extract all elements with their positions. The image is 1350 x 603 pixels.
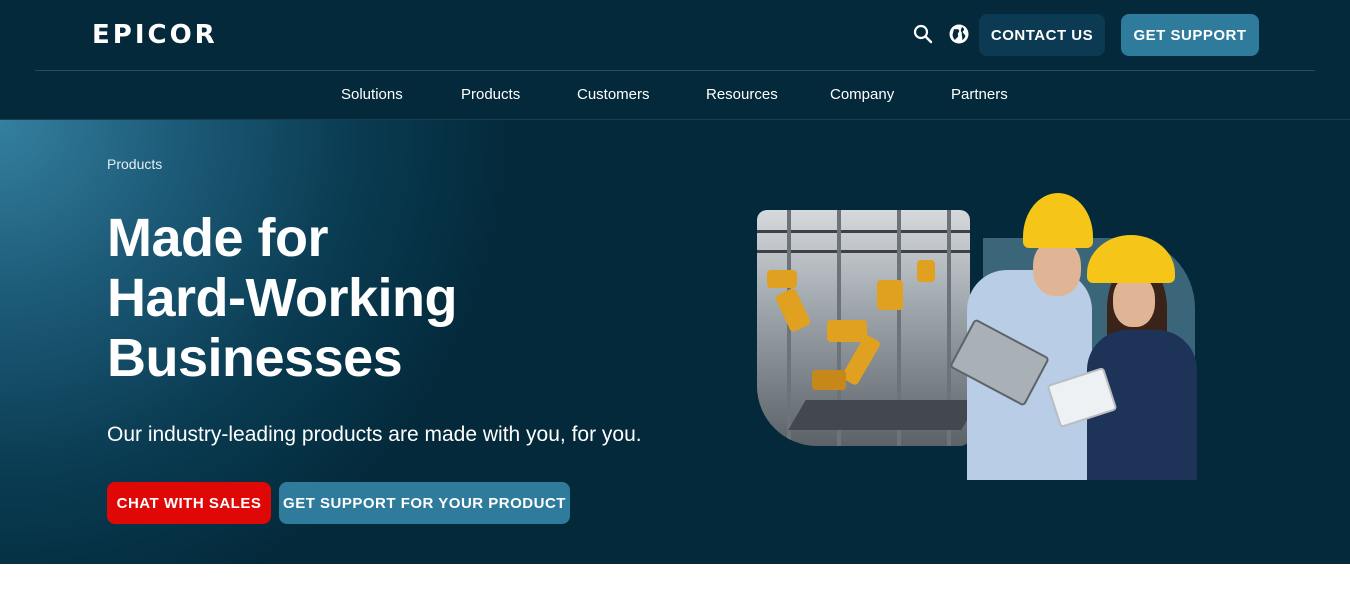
chat-with-sales-button[interactable]: CHAT WITH SALES (107, 482, 271, 524)
nav-item-customers[interactable]: Customers (577, 84, 650, 106)
nav-item-products[interactable]: Products (461, 84, 520, 106)
hero-title-line-3: Businesses (107, 328, 403, 388)
nav-item-company[interactable]: Company (830, 84, 894, 106)
search-icon[interactable] (911, 22, 935, 46)
get-support-for-product-button[interactable]: GET SUPPORT FOR YOUR PRODUCT (279, 482, 570, 524)
globe-icon[interactable] (947, 22, 971, 46)
hero-title: Made for Hard-Working Businesses (107, 208, 667, 388)
breadcrumb[interactable]: Products (107, 156, 162, 172)
main-nav: Solutions Products Customers Resources C… (0, 84, 1350, 106)
hero-section: Products Made for Hard-Working Businesse… (0, 120, 1350, 564)
nav-item-partners[interactable]: Partners (951, 84, 1008, 106)
hero-title-line-1: Made for (107, 208, 329, 268)
hero-subtitle: Our industry-leading products are made w… (107, 423, 642, 446)
page-content-start (0, 564, 1350, 603)
contact-us-button[interactable]: CONTACT US (979, 14, 1105, 56)
nav-item-resources[interactable]: Resources (706, 84, 778, 106)
get-support-button[interactable]: GET SUPPORT (1121, 14, 1259, 56)
epicor-logo[interactable]: epicor (92, 22, 218, 48)
hero-image (757, 193, 1237, 480)
logo-wordmark: epicor (92, 20, 218, 50)
header-divider (35, 70, 1315, 71)
factory-robots-image (757, 210, 970, 446)
nav-item-solutions[interactable]: Solutions (341, 84, 403, 106)
site-header: epicor CONTACT US GET SUPPORT Solutions … (0, 0, 1350, 120)
hero-title-line-2: Hard-Working (107, 268, 458, 328)
